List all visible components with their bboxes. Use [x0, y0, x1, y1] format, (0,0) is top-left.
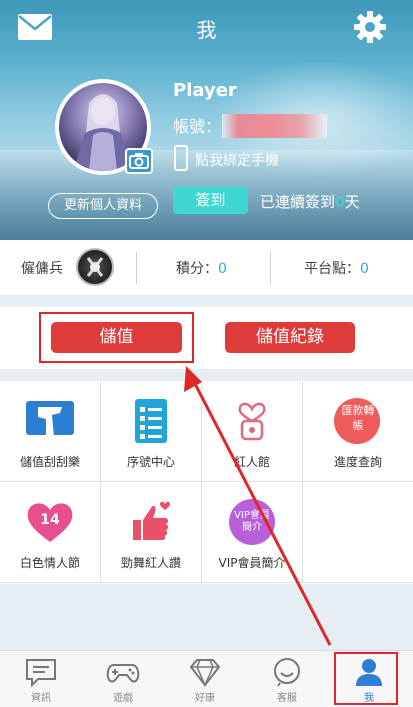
- tab-support[interactable]: 客服: [246, 651, 328, 707]
- tab-news[interactable]: 資訊: [0, 651, 82, 707]
- tab-games[interactable]: 遊戲: [82, 651, 164, 707]
- heart-lock-icon: [238, 402, 266, 441]
- remittance-icon-text: 匯款轉帳: [341, 404, 375, 432]
- topup-history-button[interactable]: 儲值紀錄: [225, 322, 355, 353]
- streak-prefix: 已連續簽到: [260, 193, 336, 211]
- grid-item-label: VIP會員簡介: [218, 556, 286, 570]
- phone-icon[interactable]: [174, 145, 188, 171]
- thumbs-up-heart-icon: [133, 501, 171, 540]
- update-profile-button[interactable]: 更新個人資料: [48, 193, 158, 219]
- me-tab-highlight-box: [334, 652, 398, 705]
- tab-deals[interactable]: 好康: [164, 651, 246, 707]
- points-label: 積分：: [176, 261, 218, 277]
- topup-button[interactable]: 儲值: [51, 322, 182, 353]
- grid-item-progress[interactable]: 匯款轉帳 進度查詢: [303, 381, 413, 482]
- username: Player: [173, 80, 237, 101]
- grid-item-empty: [303, 482, 413, 583]
- tab-label: 遊戲: [113, 693, 133, 704]
- gamepad-icon: [106, 664, 140, 683]
- page-title: 我: [196, 18, 217, 42]
- grid-item-label: 紅人館: [233, 455, 270, 469]
- tab-label: 資訊: [31, 693, 51, 704]
- section-gap: [0, 295, 413, 307]
- platform-points-label: 平台點：: [304, 261, 360, 277]
- section-gap: [0, 369, 413, 381]
- grid-item-serial[interactable]: 序號中心: [101, 381, 202, 482]
- grid-item-white-valentine[interactable]: 14 白色情人節: [0, 482, 101, 583]
- grid-item-scratch[interactable]: 儲值刮刮樂: [0, 381, 101, 482]
- gear-icon[interactable]: [353, 10, 387, 44]
- smile-icon: [274, 658, 300, 687]
- grid-item-label: 序號中心: [126, 455, 175, 469]
- content-filler: [0, 584, 413, 650]
- grid-item-label: 儲值刮刮樂: [19, 455, 80, 469]
- vip-icon-text: VIP會員簡介: [234, 510, 270, 533]
- serial-list-icon: [135, 399, 167, 443]
- bind-phone-link[interactable]: 點我綁定手機: [195, 150, 279, 170]
- scratch-card-icon: [26, 401, 74, 437]
- grid-item-label: 勁舞紅人讚: [120, 556, 181, 570]
- platform-points-stat: 平台點：0: [304, 258, 369, 278]
- heart-14-icon-text: 14: [40, 512, 60, 528]
- account-label: 帳號：: [173, 117, 222, 136]
- grid-item-dance-like[interactable]: 勁舞紅人讚: [101, 482, 202, 583]
- account-id-redacted: [222, 114, 327, 138]
- streak-suffix: 天: [344, 193, 360, 211]
- checkin-button[interactable]: 簽到: [173, 187, 248, 214]
- checkin-streak: 已連續簽到0天: [260, 191, 360, 212]
- stats-row: 僱傭兵 積分：0 平台點：0: [0, 240, 413, 295]
- stats-divider: [270, 252, 271, 284]
- grid-item-label: 白色情人節: [19, 556, 80, 570]
- platform-points-value: 0: [360, 261, 369, 277]
- topup-actions: 儲值 儲值紀錄: [0, 307, 413, 369]
- grid-item-label: 進度查詢: [333, 455, 382, 469]
- grid-item-hall[interactable]: 紅人館: [202, 381, 303, 482]
- grid-item-vip[interactable]: VIP會員簡介 VIP會員簡介: [202, 482, 303, 583]
- points-stat: 積分：0: [176, 258, 227, 278]
- profile-header: 我 Player 帳號： 點我綁定手機 簽到 已連續簽到0天 更新個人資料: [0, 0, 413, 240]
- tab-label: 好康: [195, 693, 215, 704]
- points-value: 0: [218, 261, 227, 277]
- chat-icon: [26, 659, 56, 687]
- streak-days: 0: [335, 193, 345, 211]
- stats-divider: [136, 252, 137, 284]
- mercenary-label: 僱傭兵: [21, 261, 63, 277]
- mercenary-badge-icon[interactable]: [76, 248, 114, 286]
- tab-label: 客服: [277, 693, 297, 704]
- camera-icon[interactable]: [125, 148, 153, 174]
- diamond-icon: [189, 659, 221, 687]
- feature-grid: 儲值刮刮樂 序號中心 紅人館 匯款轉帳 進度查詢 14 白色情人節 勁舞紅人讚 …: [0, 381, 413, 584]
